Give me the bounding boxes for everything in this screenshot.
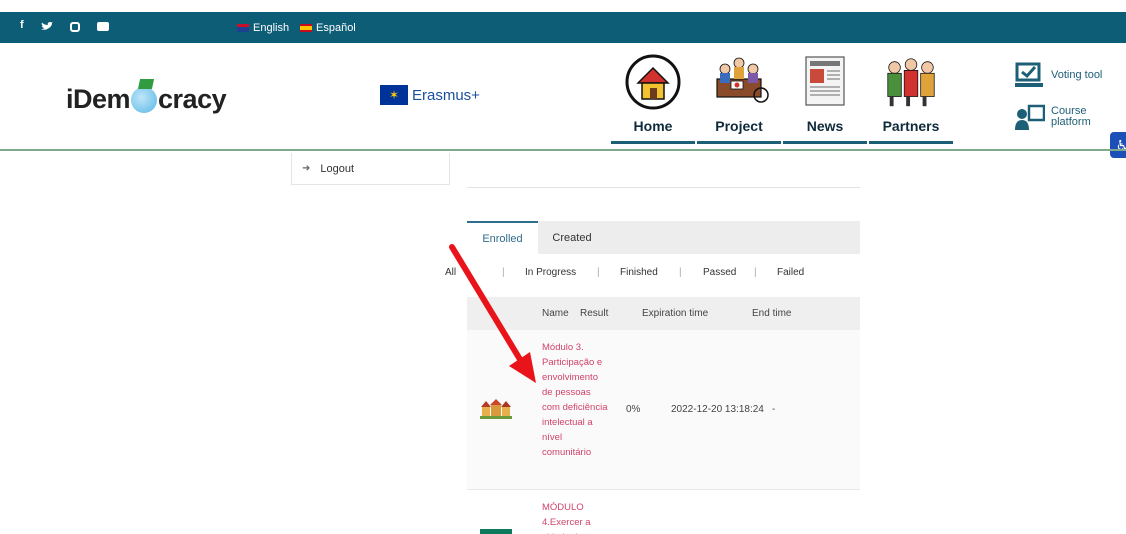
tab-created[interactable]: Created [538,221,606,254]
table-header: Name Result Expiration time End time [467,297,860,330]
table-row: MÓDULO 4.Exercer a cidadania e [467,491,860,534]
facebook-icon[interactable]: f [20,19,24,31]
instagram-icon[interactable] [70,22,80,32]
content-divider [467,187,860,188]
erasmus-logo: ✶ Erasmus+ [380,85,480,105]
nav-home[interactable]: Home [611,52,695,144]
partners-icon [881,52,941,112]
tab-enrolled[interactable]: Enrolled [467,221,538,254]
es-flag-icon [300,24,312,32]
globe-icon [131,86,158,113]
uk-flag-icon [237,24,249,32]
eu-flag-icon: ✶ [380,85,408,105]
twitter-icon[interactable] [41,22,53,31]
top-strip [0,0,1126,12]
course-icon [1015,104,1046,130]
voting-icon [1015,62,1045,88]
top-bar: f English Español [0,12,1126,43]
course-link-modulo-3[interactable]: Módulo 3. Participação e envolvimento de… [542,340,610,460]
logo-text-right: cracy [158,84,227,114]
filter-all[interactable]: All [445,267,456,278]
home-icon [623,52,683,112]
erasmus-label: Erasmus+ [412,86,480,104]
course-result: 0% [626,404,641,415]
nav-project-label: Project [715,118,763,134]
header-divider [0,149,1126,151]
filter-finished[interactable]: Finished [620,267,658,278]
course-platform-label-line2: platform [1051,116,1091,128]
course-thumbnail-module-4[interactable] [480,529,512,534]
nav-news-label: News [806,118,844,134]
header-name: Name [542,308,569,319]
nav-home-underline [611,141,695,144]
course-platform-label: Course platform [1051,106,1091,128]
language-english[interactable]: English [237,22,289,34]
logo-text-left: iDem [66,84,131,114]
news-icon [795,52,855,112]
language-spanish[interactable]: Español [300,22,356,34]
nav-home-label: Home [633,118,673,134]
logout-button[interactable]: ➜ Logout [291,153,450,185]
table-row: Módulo 3. Participação e envolvimento de… [467,330,860,490]
nav-news[interactable]: News [783,52,867,144]
youtube-icon[interactable] [97,22,109,31]
nav-project-underline [697,141,781,144]
filter-separator: | [597,267,600,278]
header-expiration: Expiration time [642,308,709,319]
course-platform-link[interactable]: Course platform [1015,104,1091,130]
nav-partners-underline [869,141,953,144]
course-expiration-time: 2022-12-20 13:18:24 [671,404,764,415]
filter-separator: | [502,267,505,278]
filter-failed[interactable]: Failed [777,267,804,278]
filter-passed[interactable]: Passed [703,267,736,278]
voting-tool-link[interactable]: Voting tool [1015,62,1102,88]
filter-in-progress[interactable]: In Progress [525,267,576,278]
nav-news-underline [783,141,867,144]
language-spanish-label: Español [316,22,356,34]
header-end-time: End time [752,308,792,319]
accessibility-button[interactable]: ♿ [1110,132,1126,158]
header-result: Result [580,308,609,319]
course-thumbnail-houses[interactable] [480,397,512,419]
language-english-label: English [253,22,290,34]
site-logo[interactable]: iDem cracy [66,84,227,115]
filter-separator: | [754,267,757,278]
course-link-modulo-4[interactable]: MÓDULO 4.Exercer a cidadania e [542,500,610,534]
course-end-time: - [772,404,776,415]
logout-label: Logout [320,162,355,175]
nav-partners-label: Partners [882,118,940,134]
nav-partners[interactable]: Partners [869,52,953,144]
filter-separator: | [679,267,682,278]
project-icon [709,52,769,112]
logout-icon: ➜ [302,163,311,174]
tabs-bar: Enrolled Created [467,221,860,254]
voting-tool-label: Voting tool [1051,68,1103,81]
nav-project[interactable]: Project [697,52,781,144]
